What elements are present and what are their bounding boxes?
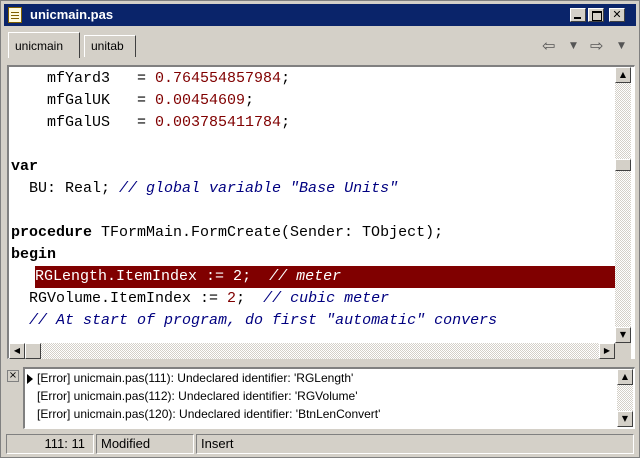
current-message-pointer-icon: [27, 374, 33, 384]
scroll-down-icon[interactable]: ▼: [617, 411, 633, 427]
code-token: ;: [245, 92, 255, 109]
code-line[interactable]: var: [11, 156, 615, 178]
keyword-token: begin: [11, 246, 57, 263]
tab-bar: unicmain unitab ⇦ ▼ ⇨ ▼: [4, 28, 636, 62]
comment-token: // At start of program, do first "automa…: [29, 312, 498, 329]
message-close-icon[interactable]: ×: [7, 370, 19, 382]
title-bar[interactable]: unicmain.pas ✕: [4, 4, 636, 26]
cursor-position: 111: 11: [6, 434, 94, 454]
message-list[interactable]: [Error] unicmain.pas(111): Undeclared id…: [23, 367, 635, 429]
comment-token: // global variable "Base Units": [119, 180, 399, 197]
code-token: ;: [242, 268, 270, 285]
insert-mode-indicator: Insert: [196, 434, 634, 454]
code-line[interactable]: begin: [11, 244, 615, 266]
scroll-up-icon[interactable]: ▲: [615, 67, 631, 83]
forward-arrow-icon[interactable]: ⇨: [590, 36, 603, 56]
code-token: RGLength.ItemIndex :=: [35, 268, 234, 285]
window-title: unicmain.pas: [30, 7, 114, 22]
back-arrow-icon[interactable]: ⇦: [542, 36, 555, 56]
code-line[interactable]: mfGalUK = 0.00454609;: [11, 90, 615, 112]
code-token: ;: [281, 70, 291, 87]
keyword-token: procedure: [11, 224, 93, 241]
tab-unitab[interactable]: unitab: [84, 35, 136, 57]
code-line[interactable]: procedure TFormMain.FormCreate(Sender: T…: [11, 222, 615, 244]
number-token: 0.764554857984: [155, 70, 282, 87]
code-line[interactable]: // At start of program, do first "automa…: [11, 310, 615, 332]
pascal-file-icon: [8, 7, 22, 23]
comment-token: // meter: [269, 268, 342, 285]
code-line[interactable]: mfGalUS = 0.003785411784;: [11, 112, 615, 134]
code-token: mfYard3 =: [11, 70, 156, 87]
message-item[interactable]: [Error] unicmain.pas(120): Undeclared id…: [37, 405, 380, 423]
editor-window: unicmain.pas ✕ unicmain unitab ⇦ ▼ ⇨ ▼ m…: [0, 0, 640, 458]
back-dropdown-icon[interactable]: ▼: [570, 36, 577, 56]
code-token: ;: [281, 114, 291, 131]
code-token: mfGalUS =: [11, 114, 156, 131]
tab-unicmain[interactable]: unicmain: [8, 32, 80, 58]
close-button[interactable]: ✕: [609, 8, 625, 22]
number-token: 0.003785411784: [155, 114, 282, 131]
message-item[interactable]: [Error] unicmain.pas(112): Undeclared id…: [37, 387, 358, 405]
number-token: 0.00454609: [155, 92, 246, 109]
code-token: BU: Real;: [11, 180, 120, 197]
code-token: TFormMain.FormCreate(Sender: TObject);: [92, 224, 444, 241]
message-vertical-scrollbar[interactable]: ▲ ▼: [617, 369, 633, 427]
scroll-up-icon[interactable]: ▲: [617, 369, 633, 385]
horizontal-scroll-thumb[interactable]: [25, 343, 41, 359]
editor-horizontal-scrollbar[interactable]: ◀ ▶: [9, 343, 615, 359]
minimize-button[interactable]: [570, 8, 586, 22]
code-token: mfGalUK =: [11, 92, 156, 109]
code-line[interactable]: RGVolume.ItemIndex := 2; // cubic meter: [11, 288, 615, 310]
modified-indicator: Modified: [96, 434, 194, 454]
keyword-token: var: [11, 158, 39, 175]
code-area[interactable]: mfYard3 = 0.764554857984; mfGalUK = 0.00…: [11, 67, 615, 343]
code-token: ;: [236, 290, 264, 307]
scroll-thumb[interactable]: [615, 159, 631, 171]
number-token: 2: [227, 290, 237, 307]
maximize-button[interactable]: [588, 8, 604, 22]
scroll-left-icon[interactable]: ◀: [9, 343, 25, 359]
comment-token: // cubic meter: [263, 290, 390, 307]
code-line[interactable]: [11, 200, 615, 222]
message-item[interactable]: [Error] unicmain.pas(111): Undeclared id…: [37, 369, 353, 387]
scroll-down-icon[interactable]: ▼: [615, 327, 631, 343]
message-pane: × [Error] unicmain.pas(111): Undeclared …: [7, 367, 635, 429]
code-line[interactable]: mfYard3 = 0.764554857984;: [11, 68, 615, 90]
number-token: 2: [233, 268, 243, 285]
code-token: RGVolume.ItemIndex :=: [11, 290, 228, 307]
status-bar: 111: 11 Modified Insert: [4, 433, 636, 455]
code-editor[interactable]: mfYard3 = 0.764554857984; mfGalUK = 0.00…: [7, 65, 635, 359]
forward-dropdown-icon[interactable]: ▼: [618, 36, 625, 56]
scrollbar-corner: [615, 343, 631, 359]
code-line-error[interactable]: RGLength.ItemIndex := 2; // meter: [35, 266, 615, 288]
code-line[interactable]: [11, 134, 615, 156]
editor-vertical-scrollbar[interactable]: ▲ ▼: [615, 67, 631, 343]
code-line[interactable]: BU: Real; // global variable "Base Units…: [11, 178, 615, 200]
scroll-right-icon[interactable]: ▶: [599, 343, 615, 359]
